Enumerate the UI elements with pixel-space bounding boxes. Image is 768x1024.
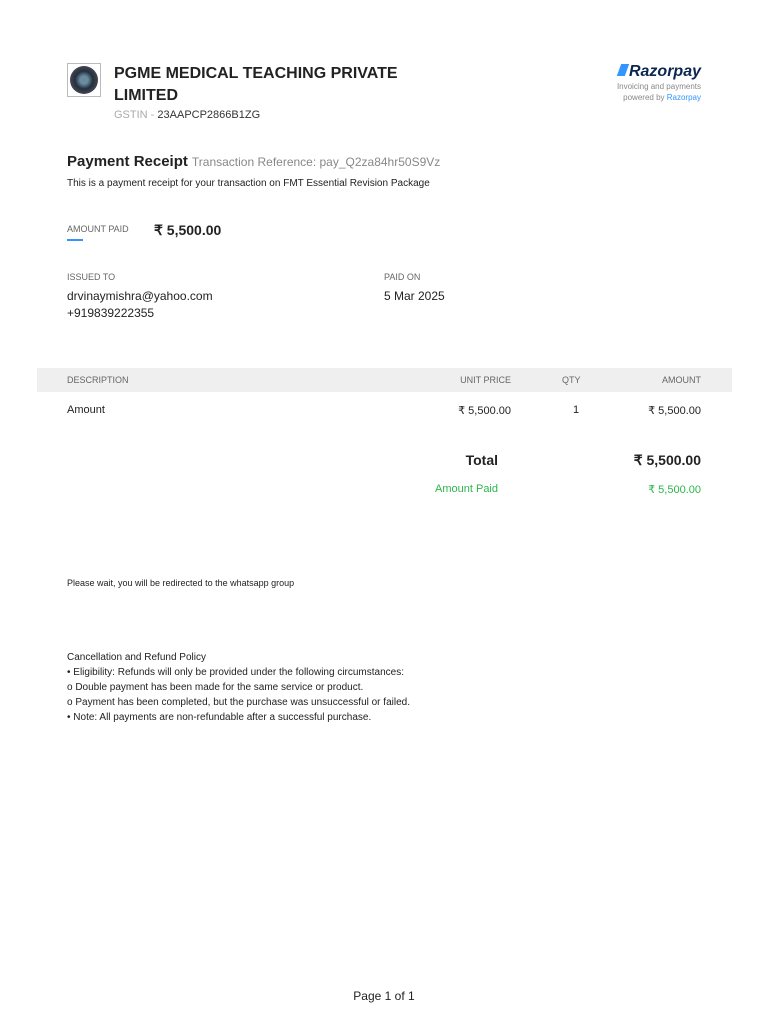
redirect-notice: Please wait, you will be redirected to t… [67,578,295,588]
paid-on-date: 5 Mar 2025 [384,289,445,303]
razorpay-tagline: Invoicing and payments [616,82,701,91]
receipt-description: This is a payment receipt for your trans… [67,178,430,189]
gstin: GSTIN - 23AAPCP2866B1ZG [114,109,260,121]
email: drvinaymishra@yahoo.com [67,289,213,303]
phone: +919839222355 [67,306,155,320]
amount-paid-label: AMOUNT PAID [67,224,129,241]
col-qty: QTY [562,375,581,385]
company-logo [67,63,101,97]
policy-title: Cancellation and Refund Policy [67,652,206,663]
table-header [37,368,732,392]
row-amount: ₹ 5,500.00 [648,405,701,417]
razorpay-branding: Razorpay Invoicing and payments powered … [590,63,701,103]
amount-paid-value: ₹ 5,500.00 [154,222,222,238]
policy-line: • Note: All payments are non-refundable … [67,712,372,723]
row-description: Amount [67,404,105,416]
col-amount: AMOUNT [662,375,701,385]
razorpay-logo-icon [616,64,630,76]
gstin-value: 23AAPCP2866B1ZG [157,109,261,121]
col-unit-price: UNIT PRICE [460,375,511,385]
receipt-page: PGME MEDICAL TEACHING PRIVATE LIMITED GS… [0,0,768,1024]
razorpay-brand: Razorpay [628,63,701,80]
transaction-reference: Transaction Reference: pay_Q2za84hr50S9V… [191,155,441,169]
col-description: DESCRIPTION [67,375,129,385]
policy-line: • Eligibility: Refunds will only be prov… [67,667,404,678]
amount-paid-row-label: Amount Paid [435,483,498,495]
total-label: Total [465,452,498,468]
issued-to-label: ISSUED TO [67,272,116,282]
policy-line: o Payment has been completed, but the pu… [67,697,410,708]
receipt-title: Payment Receipt Transaction Reference: pa… [67,153,440,170]
paid-on-label: PAID ON [384,272,421,282]
razorpay-link[interactable]: Razorpay [667,93,701,102]
row-qty: 1 [573,404,580,416]
company-name: PGME MEDICAL TEACHING PRIVATE LIMITED [114,65,398,104]
title-text: Payment Receipt [67,153,188,170]
gstin-label: GSTIN - [114,109,155,121]
policy-line: o Double payment has been made for the s… [67,682,364,693]
total-value: ₹ 5,500.00 [633,452,701,468]
refund-policy: Cancellation and Refund Policy • Eligibi… [67,650,410,725]
amount-paid-row-value: ₹ 5,500.00 [648,484,701,496]
issued-to: drvinaymishra@yahoo.com +919839222355 [67,288,213,322]
powered-by: powered by [623,93,665,102]
page-number: Page 1 of 1 [353,989,415,1003]
row-unit-price: ₹ 5,500.00 [458,405,511,417]
